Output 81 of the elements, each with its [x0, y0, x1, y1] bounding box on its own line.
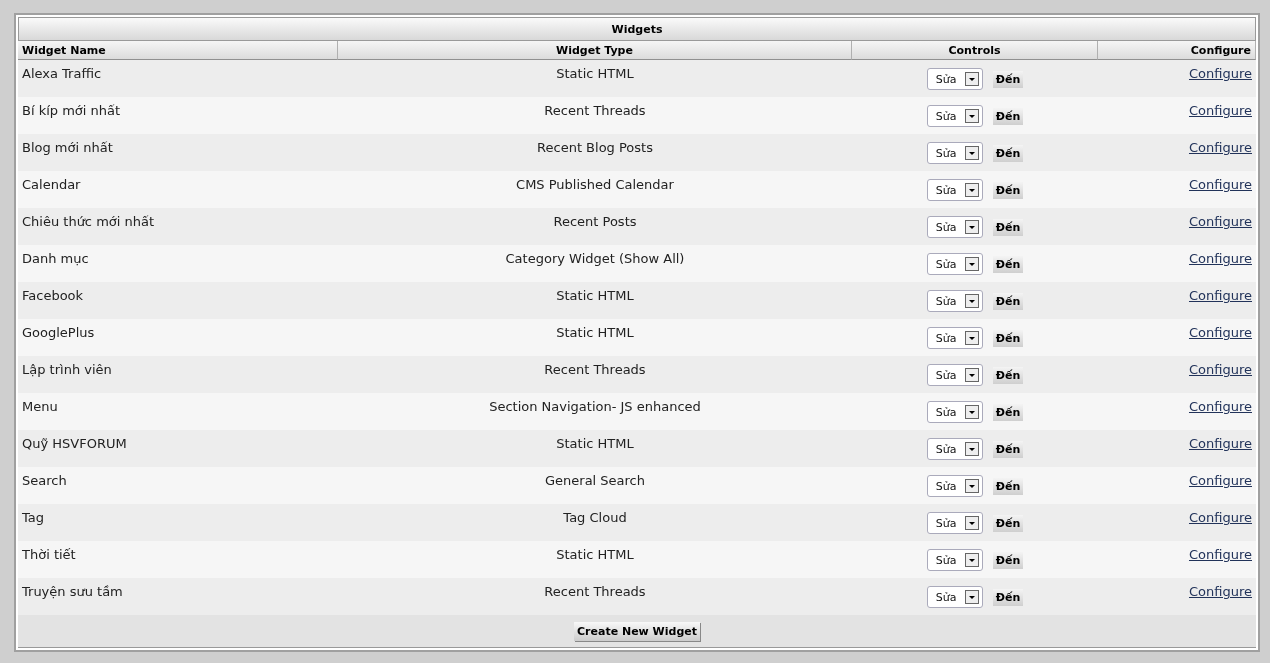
configure-link[interactable]: Configure: [1189, 66, 1252, 81]
table-cell-text: Static HTML: [555, 546, 635, 564]
go-button[interactable]: Đến: [992, 403, 1024, 421]
table-cell-text: Menu: [21, 398, 59, 416]
table-cell-text: General Search: [544, 472, 646, 490]
action-dropdown[interactable]: Sửa: [926, 586, 983, 608]
panel-title: Widgets: [18, 17, 1256, 41]
table-cell-text: Recent Threads: [543, 583, 647, 601]
configure-link[interactable]: Configure: [1189, 362, 1252, 377]
table-cell-text: Recent Blog Posts: [536, 139, 654, 157]
column-header: Widget Name: [18, 41, 338, 60]
go-button[interactable]: Đến: [992, 255, 1024, 273]
table-cell-text: Thời tiết: [21, 546, 77, 564]
configure-link[interactable]: Configure: [1189, 399, 1252, 414]
action-dropdown[interactable]: Sửa: [926, 327, 983, 349]
table-cell-text: Quỹ HSVFORUM: [21, 435, 128, 453]
action-dropdown[interactable]: Sửa: [926, 438, 983, 460]
table-cell-text: Truyện sưu tầm: [21, 583, 124, 601]
table-cell-text: Lập trình viên: [21, 361, 113, 379]
configure-link[interactable]: Configure: [1189, 547, 1252, 562]
table-cell-text: CMS Published Calendar: [515, 176, 675, 194]
action-dropdown[interactable]: Sửa: [926, 290, 983, 312]
configure-link[interactable]: Configure: [1189, 510, 1252, 525]
action-dropdown[interactable]: Sửa: [926, 401, 983, 423]
table-cell-text: Alexa Traffic: [21, 65, 103, 83]
table-cell-text: Blog mới nhất: [21, 139, 114, 157]
table-cell-text: Facebook: [21, 287, 85, 305]
go-button[interactable]: Đến: [992, 329, 1024, 347]
configure-link[interactable]: Configure: [1189, 251, 1252, 266]
go-button[interactable]: Đến: [992, 551, 1024, 569]
table-cell-text: Category Widget (Show All): [504, 250, 686, 268]
go-button[interactable]: Đến: [992, 144, 1024, 162]
go-button[interactable]: Đến: [992, 70, 1024, 88]
go-button[interactable]: Đến: [992, 588, 1024, 606]
configure-link[interactable]: Configure: [1189, 214, 1252, 229]
table-cell-text: Static HTML: [555, 324, 635, 342]
action-dropdown[interactable]: Sửa: [926, 142, 983, 164]
create-widget-button[interactable]: Create New Widget: [574, 621, 700, 641]
configure-link[interactable]: Configure: [1189, 325, 1252, 340]
action-dropdown[interactable]: Sửa: [926, 475, 983, 497]
table-cell-text: Tag: [21, 509, 45, 527]
configure-link[interactable]: Configure: [1189, 288, 1252, 303]
action-dropdown[interactable]: Sửa: [926, 549, 983, 571]
column-header: Controls: [852, 41, 1098, 60]
table-cell-text: Recent Threads: [543, 361, 647, 379]
go-button[interactable]: Đến: [992, 218, 1024, 236]
go-button[interactable]: Đến: [992, 477, 1024, 495]
table-cell-text: Search: [21, 472, 68, 490]
table-cell-text: Section Navigation- JS enhanced: [488, 398, 702, 416]
go-button[interactable]: Đến: [992, 440, 1024, 458]
table-cell-text: Chiêu thức mới nhất: [21, 213, 156, 231]
action-dropdown[interactable]: Sửa: [926, 512, 983, 534]
action-dropdown[interactable]: Sửa: [926, 364, 983, 386]
table-cell-text: Static HTML: [555, 287, 635, 305]
action-dropdown[interactable]: Sửa: [926, 179, 983, 201]
column-header: Widget Type: [338, 41, 852, 60]
table-cell-text: Calendar: [21, 176, 82, 194]
go-button[interactable]: Đến: [992, 366, 1024, 384]
action-dropdown[interactable]: Sửa: [926, 253, 983, 275]
go-button[interactable]: Đến: [992, 292, 1024, 310]
configure-link[interactable]: Configure: [1189, 177, 1252, 192]
table-cell-text: Recent Posts: [552, 213, 638, 231]
table-cell-text: Static HTML: [555, 65, 635, 83]
configure-link[interactable]: Configure: [1189, 436, 1252, 451]
table-cell-text: Bí kíp mới nhất: [21, 102, 122, 120]
go-button[interactable]: Đến: [992, 107, 1024, 125]
action-dropdown[interactable]: Sửa: [926, 68, 983, 90]
action-dropdown[interactable]: Sửa: [926, 216, 983, 238]
go-button[interactable]: Đến: [992, 514, 1024, 532]
table-cell-text: Tag Cloud: [562, 509, 628, 527]
configure-link[interactable]: Configure: [1189, 103, 1252, 118]
table-cell-text: Danh mục: [21, 250, 90, 268]
configure-link[interactable]: Configure: [1189, 584, 1252, 599]
go-button[interactable]: Đến: [992, 181, 1024, 199]
configure-link[interactable]: Configure: [1189, 140, 1252, 155]
table-cell-text: Static HTML: [555, 435, 635, 453]
column-header: Configure: [1098, 41, 1256, 60]
action-dropdown[interactable]: Sửa: [926, 105, 983, 127]
configure-link[interactable]: Configure: [1189, 473, 1252, 488]
table-cell-text: Recent Threads: [543, 102, 647, 120]
table-cell-text: GooglePlus: [21, 324, 96, 342]
